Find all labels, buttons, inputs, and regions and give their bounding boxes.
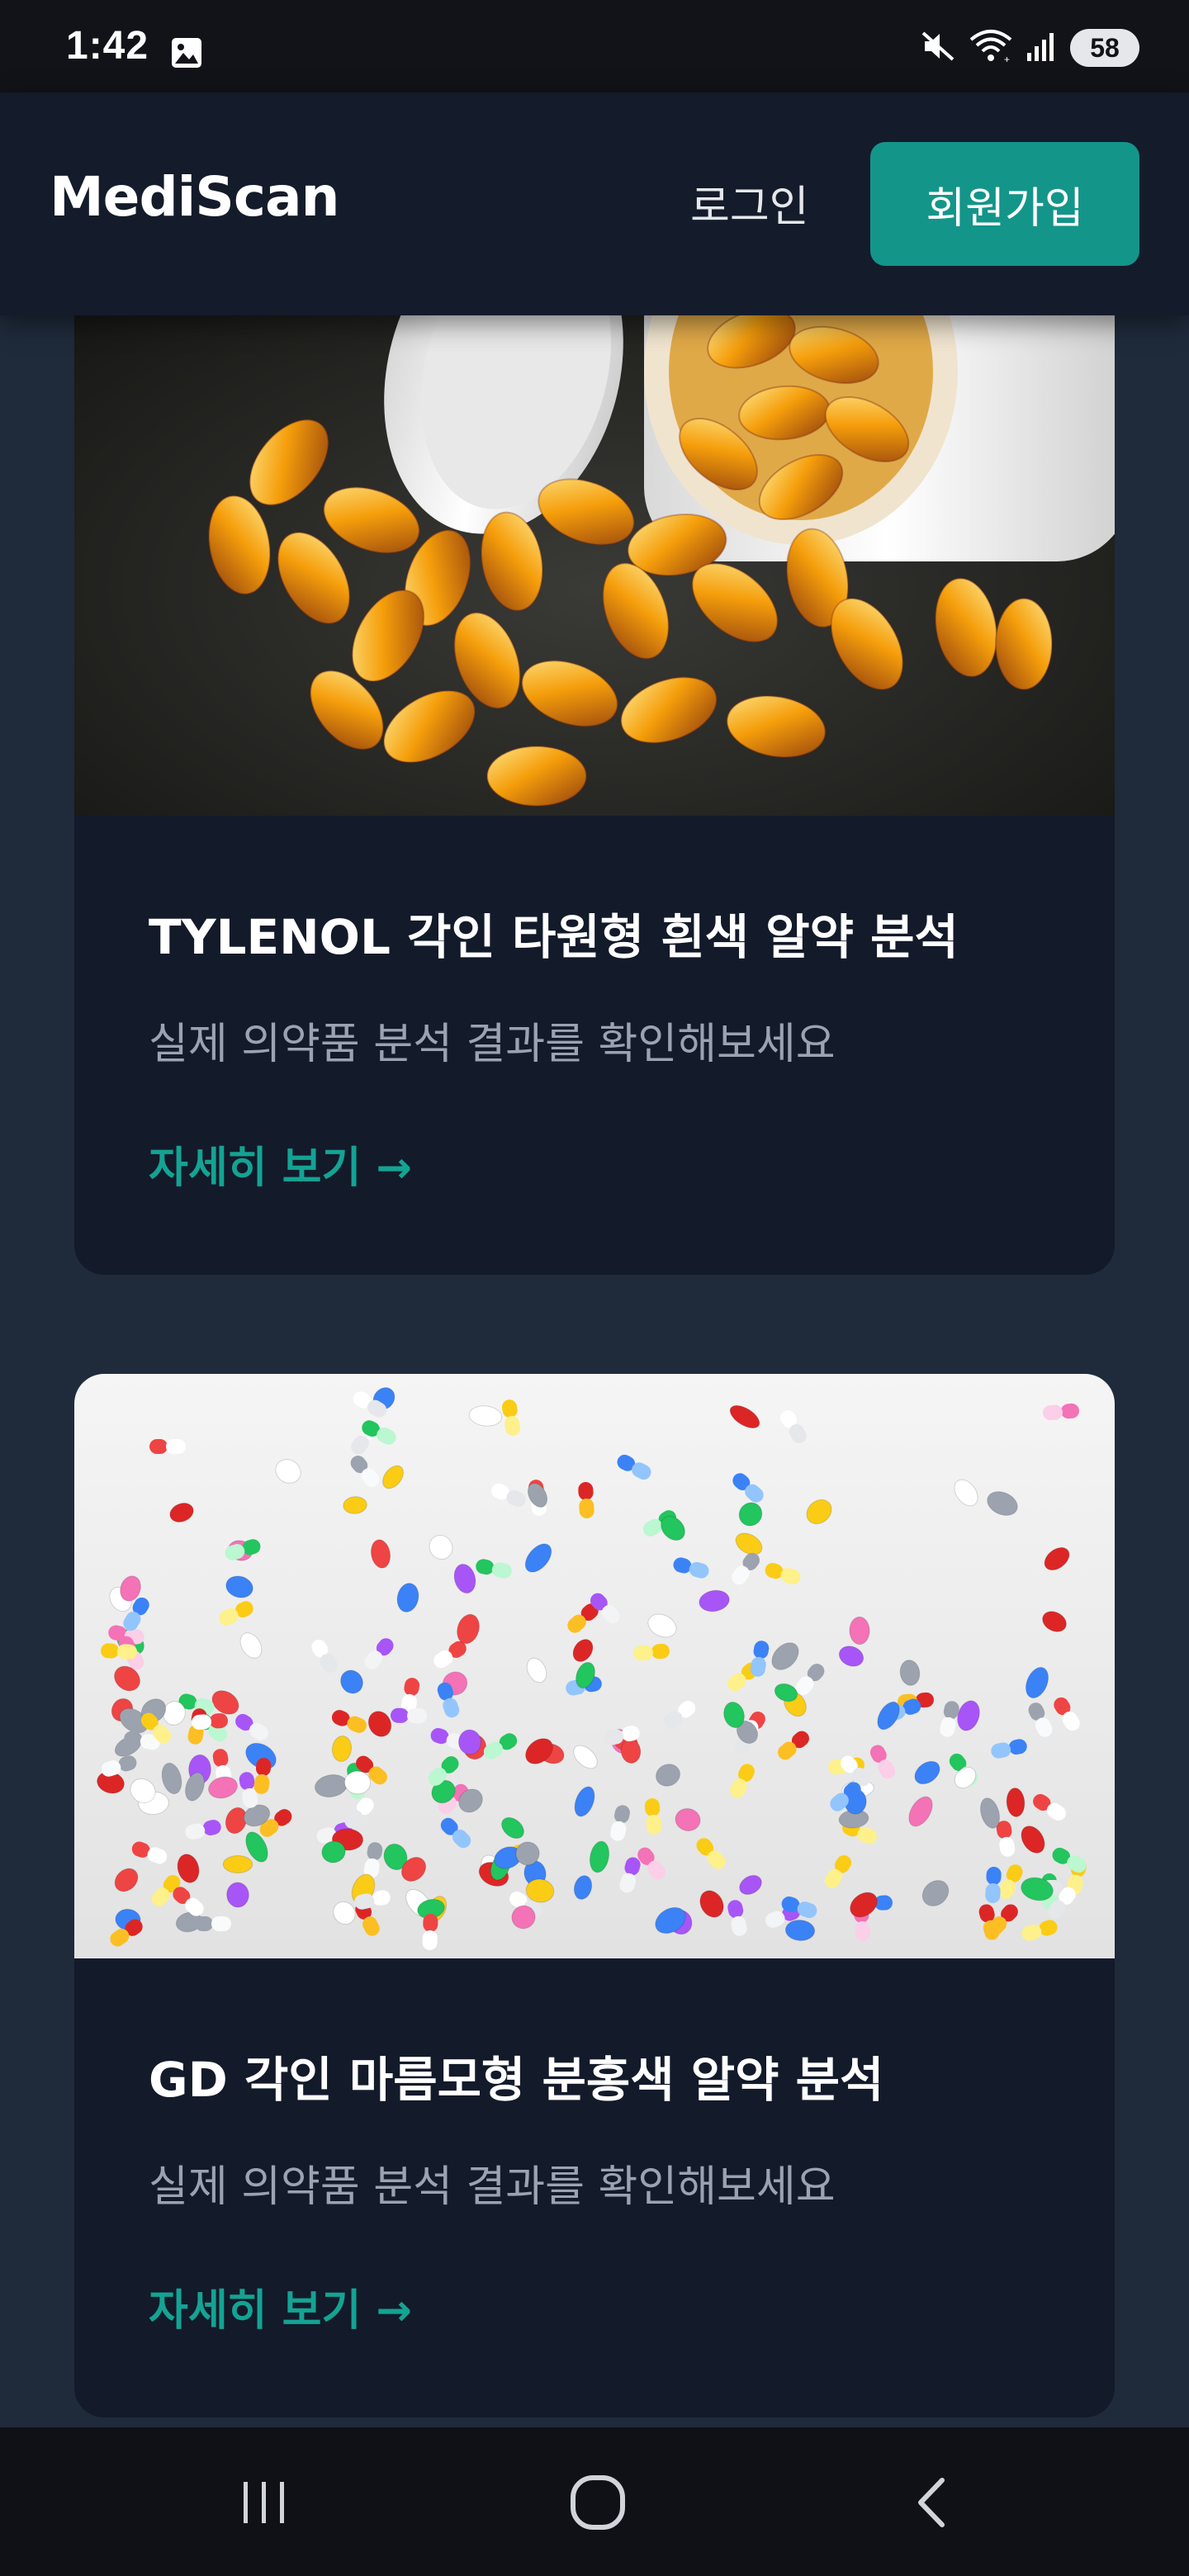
view-details-link[interactable]: 자세히 보기 → (149, 2275, 412, 2337)
screen: 1:42 + 58 TYLENOL 각인 타원형 흰색 알약 분석 실제 의약품… (0, 0, 1189, 2576)
signup-button[interactable]: 회원가입 (870, 142, 1139, 266)
battery-indicator: 58 (1070, 29, 1139, 67)
card-title: TYLENOL 각인 타원형 흰색 알약 분석 (149, 909, 959, 965)
gallery-notification-icon (170, 36, 203, 69)
recent-apps-icon[interactable] (223, 2465, 306, 2540)
card-description: 실제 의약품 분석 결과를 확인해보세요 (149, 2162, 836, 2212)
card-title: GD 각인 마름모형 분홍색 알약 분석 (149, 2052, 884, 2108)
pill-shape (849, 1616, 870, 1646)
card-image-softgels (74, 248, 1115, 816)
brand-logo[interactable]: MediScan (50, 165, 339, 229)
view-details-link[interactable]: 자세히 보기 → (149, 1133, 412, 1195)
home-icon[interactable] (557, 2465, 639, 2540)
mute-icon (920, 28, 956, 68)
pill-shape (222, 1855, 253, 1873)
status-bar: 1:42 + 58 (0, 0, 1189, 92)
app-header: MediScan 로그인 회원가입 (0, 92, 1189, 315)
system-nav-bar (0, 2427, 1189, 2576)
card-image-assorted-pills (74, 1374, 1115, 1958)
analysis-card[interactable]: GD 각인 마름모형 분홍색 알약 분석 실제 의약품 분석 결과를 확인해보세… (74, 1374, 1115, 2417)
card-description: 실제 의약품 분석 결과를 확인해보세요 (149, 1020, 836, 1069)
status-icons: + 58 (920, 28, 1139, 68)
status-time: 1:42 (66, 24, 149, 68)
svg-text:+: + (1004, 54, 1010, 64)
wifi-icon: + (968, 28, 1014, 68)
analysis-card[interactable]: TYLENOL 각인 타원형 흰색 알약 분석 실제 의약품 분석 결과를 확인… (74, 248, 1115, 1275)
login-button[interactable]: 로그인 (690, 172, 809, 234)
signal-icon (1026, 28, 1059, 68)
back-icon[interactable] (892, 2465, 974, 2540)
